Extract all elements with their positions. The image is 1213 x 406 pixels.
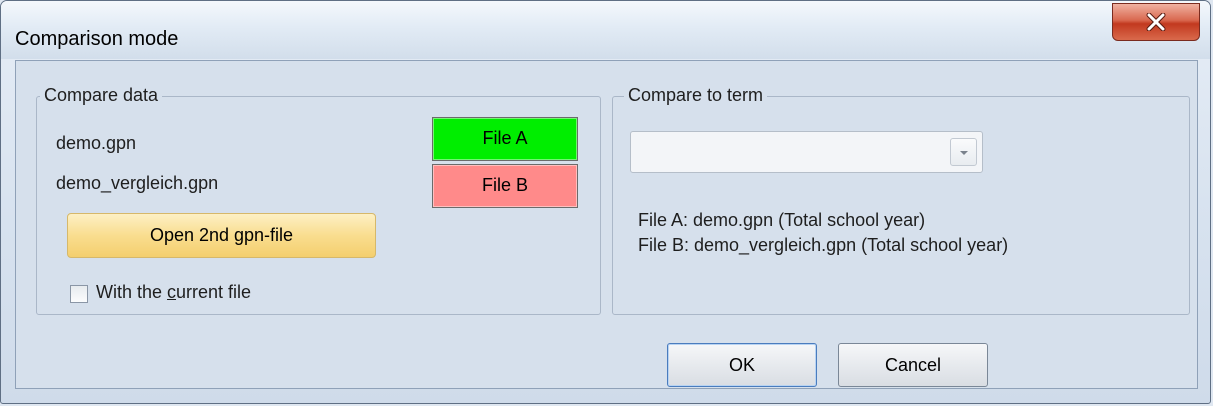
comparison-mode-dialog: Comparison mode Compare data demo.gpn de… bbox=[0, 0, 1211, 404]
compare-to-term-legend: Compare to term bbox=[624, 85, 768, 106]
file-a-info: File A: demo.gpn (Total school year) bbox=[638, 210, 926, 230]
ok-button[interactable]: OK bbox=[667, 343, 817, 387]
open-2nd-gpn-file-button[interactable]: Open 2nd gpn-file bbox=[67, 213, 376, 258]
file-b-info: File B: demo_vergleich.gpn (Total school… bbox=[638, 235, 1009, 255]
compare-to-term-group: Compare to term File A: demo.gpn (Total … bbox=[612, 85, 1190, 315]
term-select-arrow[interactable] bbox=[950, 138, 977, 166]
dialog-body: Compare data demo.gpn demo_vergleich.gpn… bbox=[15, 60, 1198, 389]
close-x-icon bbox=[1146, 13, 1166, 31]
file-a-name: demo.gpn bbox=[56, 133, 137, 153]
compare-data-group: Compare data demo.gpn demo_vergleich.gpn… bbox=[36, 85, 601, 315]
file-a-button[interactable]: File A bbox=[432, 117, 578, 161]
file-b-button[interactable]: File B bbox=[432, 164, 578, 208]
close-button[interactable] bbox=[1112, 3, 1200, 41]
cancel-button[interactable]: Cancel bbox=[838, 343, 988, 387]
chevron-down-icon bbox=[959, 143, 969, 161]
title-bar[interactable]: Comparison mode bbox=[1, 1, 1210, 59]
file-b-name: demo_vergleich.gpn bbox=[56, 173, 219, 193]
window-title: Comparison mode bbox=[15, 28, 179, 50]
checkbox-label-accesskey: c bbox=[167, 282, 177, 302]
checkbox-label-pre: With the bbox=[96, 282, 168, 302]
compare-data-legend: Compare data bbox=[40, 85, 163, 106]
term-select[interactable] bbox=[630, 131, 983, 173]
checkbox-label-post: urrent file bbox=[176, 282, 252, 302]
with-current-file-checkbox[interactable] bbox=[70, 285, 88, 303]
with-current-file-label[interactable]: With the current file bbox=[96, 282, 251, 303]
